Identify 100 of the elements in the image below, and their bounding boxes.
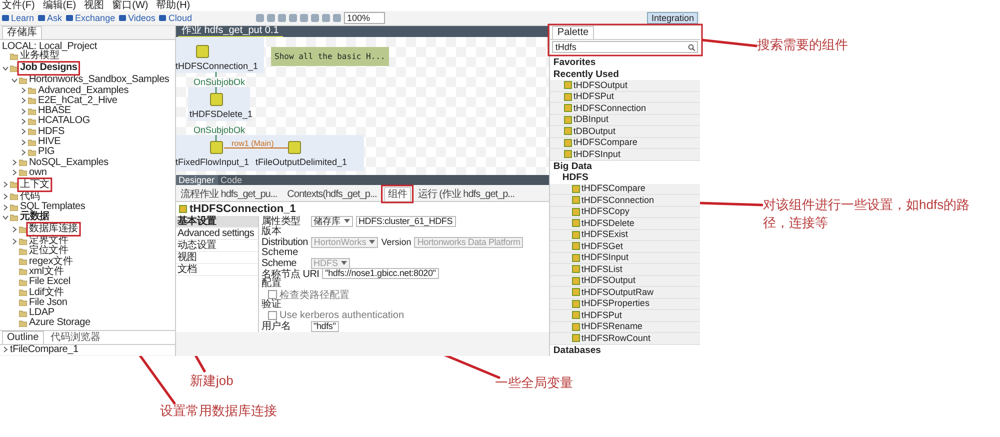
settings-tab[interactable]: 动态设置	[176, 240, 258, 252]
palette-group[interactable]: HDFS	[550, 172, 700, 184]
component-icon	[178, 205, 186, 213]
tree-item[interactable]: 定位文件	[29, 246, 68, 256]
panel-tab[interactable]: 存储库	[2, 26, 42, 39]
quick-link[interactable]: Exchange	[75, 13, 116, 23]
chevron-right-icon[interactable]	[20, 128, 28, 136]
panel-tab[interactable]: Palette	[552, 26, 594, 39]
tree-item[interactable]: HCATALOG	[38, 116, 90, 126]
menu-item[interactable]: 帮助(H)	[156, 0, 190, 11]
palette-group[interactable]: Databases	[550, 344, 700, 356]
tree-item[interactable]: 数据库连接	[29, 224, 78, 234]
highlight-box	[17, 178, 52, 192]
text-field[interactable]: "hdfs"	[310, 320, 339, 332]
perspective-button[interactable]: Integration	[647, 12, 698, 24]
tree-item[interactable]: 元数据	[20, 212, 50, 222]
chevron-right-icon[interactable]	[11, 226, 19, 233]
tree-item[interactable]: Job Designs	[20, 63, 78, 74]
chevron-right-icon[interactable]	[20, 108, 28, 115]
tree-item[interactable]: NoSQL_Examples	[29, 158, 108, 168]
field-label: 用户名	[262, 320, 292, 334]
tree-item[interactable]: xml文件	[29, 266, 64, 277]
component-node[interactable]	[210, 141, 222, 154]
view-tab[interactable]: Designer	[176, 175, 218, 185]
text-field[interactable]: HDFS:cluster_61_HDFS	[356, 216, 456, 227]
chevron-right-icon[interactable]	[11, 159, 19, 166]
view-tab[interactable]: 流程作业 hdfs_get_pu...	[178, 188, 280, 201]
outline-item[interactable]: tFileCompare_1	[10, 344, 78, 356]
component-node[interactable]	[210, 93, 222, 106]
chevron-down-icon[interactable]	[2, 214, 10, 221]
view-tab[interactable]: Contexts(hdfs_get_p...	[284, 188, 380, 201]
quick-link[interactable]: Videos	[128, 13, 156, 23]
settings-tab[interactable]: 文档	[176, 264, 258, 276]
leader-line	[702, 38, 758, 48]
view-tab[interactable]: 运行 (作业 hdfs_get_p...	[414, 188, 518, 201]
chevron-right-icon[interactable]	[2, 346, 10, 354]
annotation-text: 新建job	[190, 372, 234, 390]
tree-item[interactable]: HIVE	[38, 137, 61, 148]
search-icon	[688, 44, 695, 50]
field-label: Distribution	[262, 236, 308, 248]
group-label: 版本	[262, 226, 282, 237]
chevron-right-icon[interactable]	[20, 118, 28, 125]
chevron-right-icon[interactable]	[20, 87, 28, 94]
tree-item[interactable]: SQL Templates	[20, 202, 86, 212]
checkbox[interactable]	[268, 290, 276, 300]
trigger-label: OnSubjobOk	[194, 77, 246, 87]
quick-link[interactable]: Cloud	[168, 13, 192, 23]
settings-tab[interactable]: Advanced settings	[176, 228, 258, 240]
view-tab[interactable]: Code	[218, 175, 246, 185]
menu-item[interactable]: 编辑(E)	[42, 0, 76, 11]
chevron-down-icon[interactable]	[2, 64, 10, 72]
note[interactable]: Show all the basic H...	[270, 47, 390, 66]
tree-item[interactable]: PIG	[38, 147, 55, 158]
component-node[interactable]	[196, 45, 208, 58]
tree-item[interactable]: E2E_hCat_2_Hive	[38, 96, 118, 106]
chevron-right-icon[interactable]	[2, 204, 10, 210]
tree-item[interactable]: Advanced_Examples	[38, 86, 129, 96]
group-label: 验证	[262, 300, 282, 310]
search-field[interactable]: tHdfs	[552, 41, 698, 53]
palette-group[interactable]: Big Data	[550, 160, 700, 172]
chevron-right-icon[interactable]	[11, 238, 19, 245]
chevron-right-icon[interactable]	[11, 169, 19, 176]
highlight-box	[17, 61, 80, 76]
tree-item[interactable]: 上下文	[20, 180, 50, 190]
tree-item[interactable]: LDAP	[29, 308, 54, 318]
tree-item[interactable]: Hortonworks_Sandbox_Samples	[29, 75, 170, 86]
tree-item[interactable]: regex文件	[29, 256, 73, 267]
view-tab[interactable]: 组件	[384, 187, 411, 201]
group-label: 配置	[262, 279, 282, 290]
checkbox[interactable]	[268, 311, 276, 320]
palette-group[interactable]: Recently Used	[550, 68, 700, 80]
tree-item[interactable]: HDFS	[38, 126, 64, 137]
tree-item[interactable]: File Json	[29, 298, 68, 308]
quick-link[interactable]: Learn	[11, 13, 34, 23]
component-node[interactable]	[288, 141, 300, 154]
chevron-right-icon[interactable]	[20, 138, 28, 146]
palette-group[interactable]: Favorites	[550, 57, 700, 68]
dropdown[interactable]: 储存库	[310, 216, 352, 227]
chevron-right-icon[interactable]	[2, 181, 10, 188]
chevron-right-icon[interactable]	[20, 97, 28, 104]
tree-item[interactable]: File Excel	[29, 277, 70, 288]
tree-item[interactable]: Azure Storage	[29, 318, 90, 328]
tree-item[interactable]: Ldif文件	[29, 288, 64, 298]
chevron-right-icon[interactable]	[2, 193, 10, 200]
annotation-text: 设置常用数据库连接	[160, 402, 277, 420]
settings-tab[interactable]: 视图	[176, 252, 258, 264]
connector-line	[214, 72, 216, 77]
panel-tab[interactable]: 代码浏览器	[46, 330, 106, 344]
chevron-right-icon[interactable]	[20, 148, 28, 156]
tree-item[interactable]: own	[29, 168, 47, 178]
quick-link[interactable]: Ask	[47, 13, 62, 23]
zoom-dropdown[interactable]: 100%	[344, 12, 385, 24]
chevron-down-icon[interactable]	[11, 76, 19, 84]
settings-tab[interactable]: 基本设置	[176, 216, 258, 228]
tree-item[interactable]: HBASE	[38, 106, 71, 116]
component-title: tHDFSConnection_1	[190, 203, 296, 215]
menu-item[interactable]: 视图	[84, 0, 104, 11]
panel-tab[interactable]: Outline	[2, 330, 44, 344]
tree-item[interactable]: 业务模型	[20, 51, 60, 62]
text-field[interactable]: "hdfs://nose1.gbicc.net:8020"	[322, 268, 439, 280]
